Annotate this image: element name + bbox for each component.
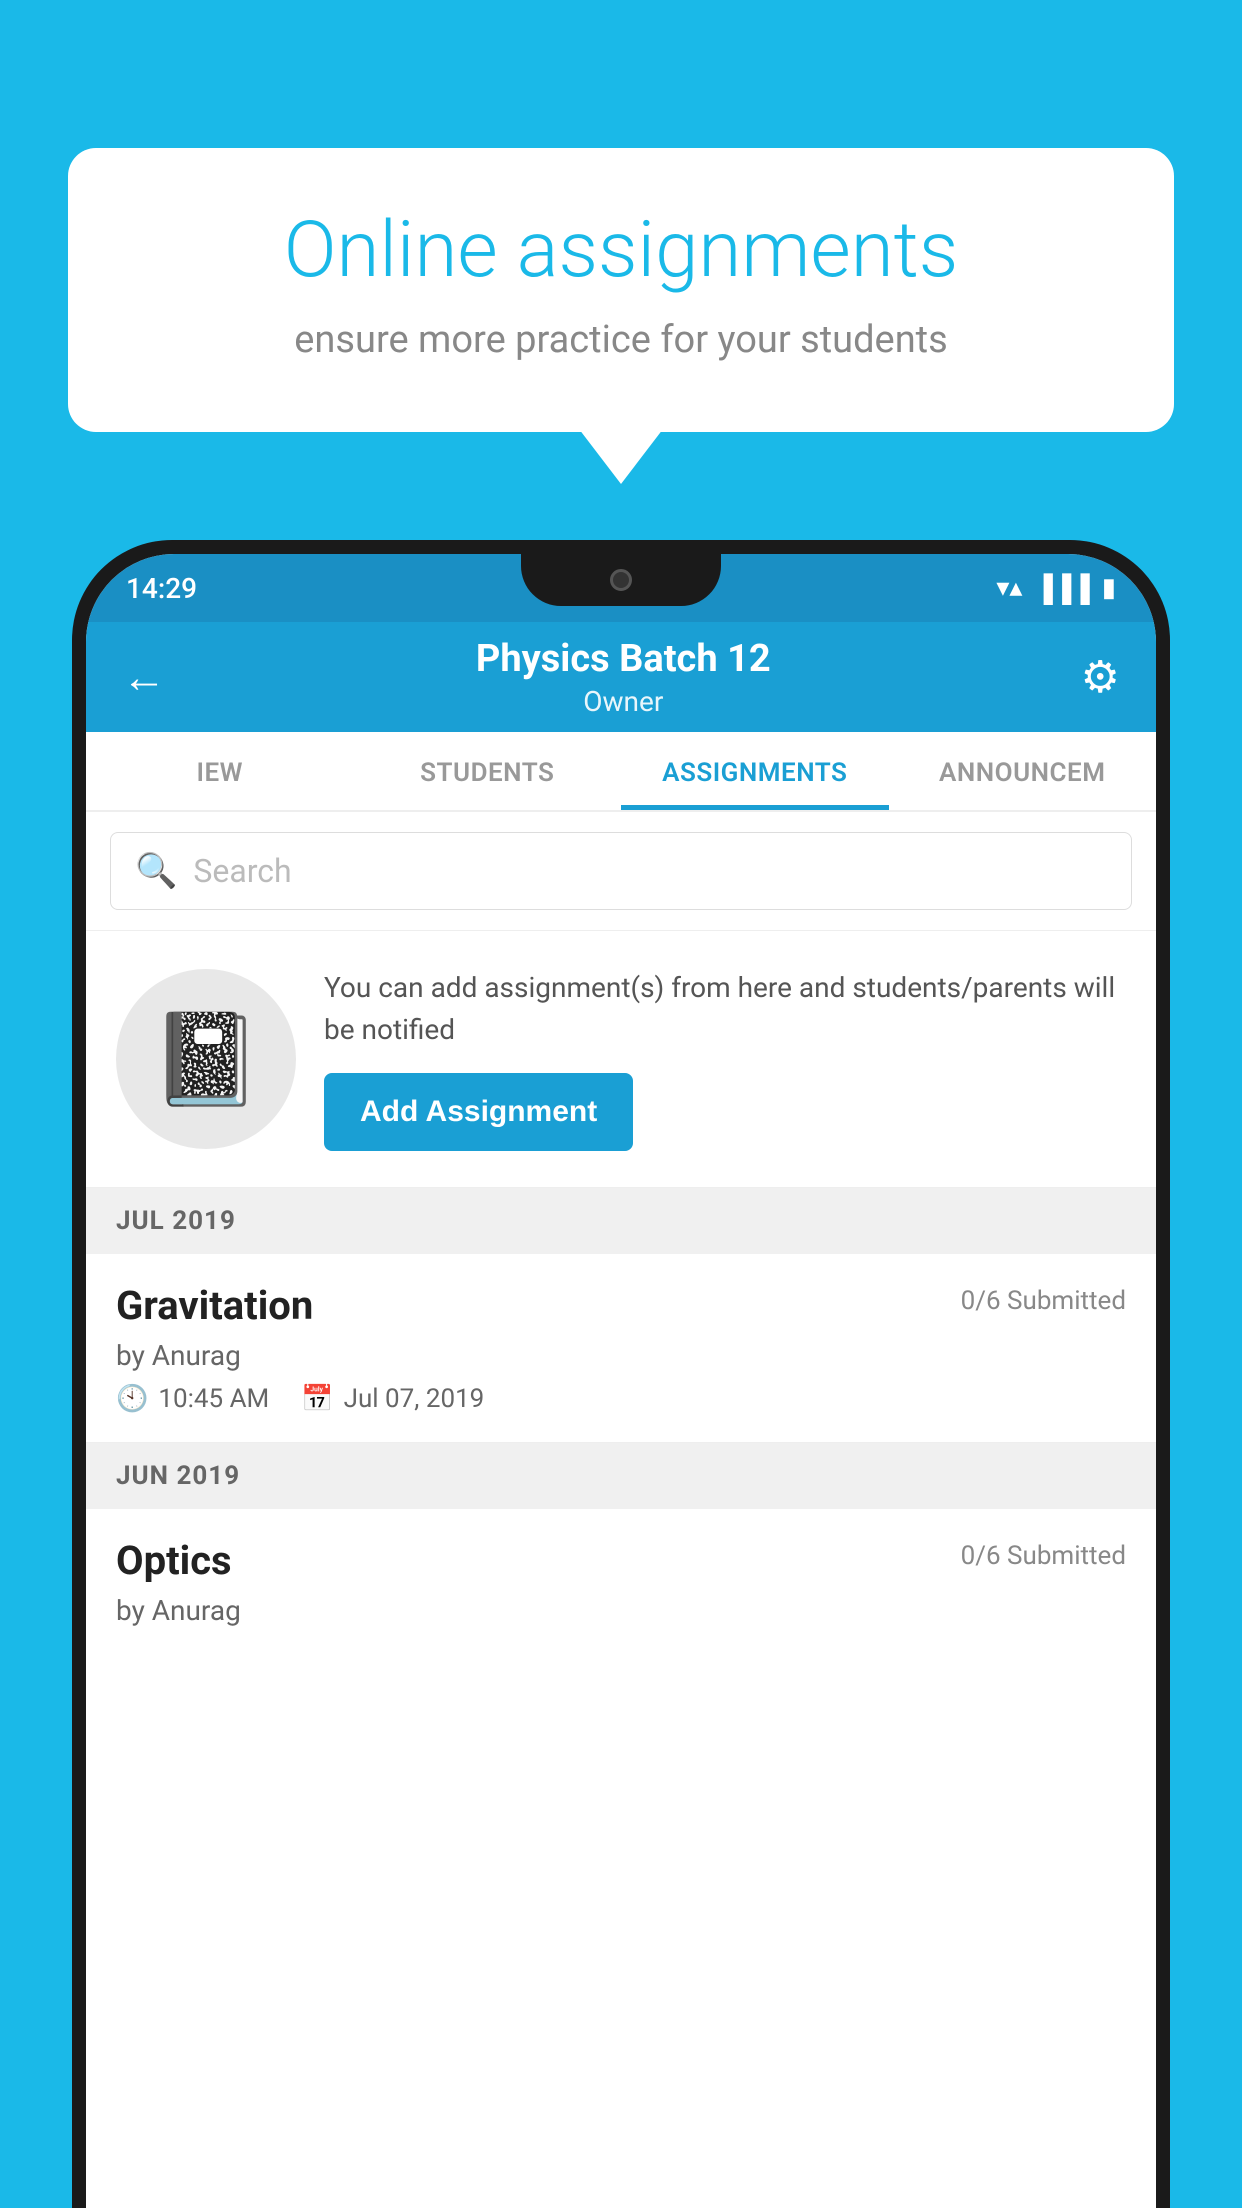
assignment-title-gravitation: Gravitation — [116, 1282, 313, 1329]
promo-content: You can add assignment(s) from here and … — [324, 967, 1126, 1151]
notebook-icon: 📓 — [150, 1007, 262, 1112]
search-placeholder: Search — [193, 852, 291, 890]
search-icon: 🔍 — [135, 851, 177, 891]
app-header: ← Physics Batch 12 Owner ⚙ — [86, 622, 1156, 732]
assignment-time-gravitation: 🕙 10:45 AM — [116, 1384, 269, 1414]
assignment-top-row-optics: Optics 0/6 Submitted — [116, 1537, 1126, 1584]
search-bar[interactable]: 🔍 Search — [110, 832, 1132, 910]
promo-section: 📓 You can add assignment(s) from here an… — [86, 931, 1156, 1188]
speech-bubble-title: Online assignments — [138, 208, 1104, 294]
assignment-top-row: Gravitation 0/6 Submitted — [116, 1282, 1126, 1329]
tab-students[interactable]: STUDENTS — [354, 732, 622, 810]
add-assignment-button[interactable]: Add Assignment — [324, 1073, 633, 1151]
notch — [521, 554, 721, 606]
assignment-by-gravitation: by Anurag — [116, 1339, 1126, 1372]
tab-announcements[interactable]: ANNOUNCEM — [889, 732, 1157, 810]
settings-icon[interactable]: ⚙ — [1081, 651, 1120, 703]
promo-icon-circle: 📓 — [116, 969, 296, 1149]
battery-icon: ▮ — [1102, 573, 1116, 603]
status-icons: ▾▴ ▐▐▐ ▮ — [996, 573, 1116, 604]
speech-bubble-subtitle: ensure more practice for your students — [138, 318, 1104, 362]
section-header-jul: JUL 2019 — [86, 1188, 1156, 1254]
calendar-icon: 📅 — [301, 1384, 333, 1414]
section-header-jun: JUN 2019 — [86, 1443, 1156, 1509]
camera-dot — [610, 569, 632, 591]
assignment-title-optics: Optics — [116, 1537, 232, 1584]
batch-subtitle: Owner — [476, 685, 771, 718]
status-bar: 14:29 ▾▴ ▐▐▐ ▮ — [86, 554, 1156, 622]
assignment-submitted-gravitation: 0/6 Submitted — [961, 1286, 1126, 1316]
wifi-icon: ▾▴ — [996, 573, 1022, 603]
header-center: Physics Batch 12 Owner — [476, 637, 771, 718]
assignment-item-optics[interactable]: Optics 0/6 Submitted by Anurag — [86, 1509, 1156, 1667]
assignment-date-gravitation: 📅 Jul 07, 2019 — [301, 1384, 484, 1414]
back-button[interactable]: ← — [122, 651, 166, 703]
tabs-bar: IEW STUDENTS ASSIGNMENTS ANNOUNCEM — [86, 732, 1156, 812]
batch-title: Physics Batch 12 — [476, 637, 771, 681]
clock-icon: 🕙 — [116, 1384, 148, 1414]
speech-bubble: Online assignments ensure more practice … — [68, 148, 1174, 432]
phone-frame: 14:29 ▾▴ ▐▐▐ ▮ ← Physics Batch 12 Owner … — [72, 540, 1170, 2208]
assignment-meta-gravitation: 🕙 10:45 AM 📅 Jul 07, 2019 — [116, 1384, 1126, 1414]
signal-icon: ▐▐▐ — [1034, 573, 1089, 604]
promo-description: You can add assignment(s) from here and … — [324, 967, 1126, 1051]
speech-bubble-container: Online assignments ensure more practice … — [68, 148, 1174, 432]
assignment-item-gravitation[interactable]: Gravitation 0/6 Submitted by Anurag 🕙 10… — [86, 1254, 1156, 1443]
tab-assignments[interactable]: ASSIGNMENTS — [621, 732, 889, 810]
assignment-by-optics: by Anurag — [116, 1594, 1126, 1627]
assignment-submitted-optics: 0/6 Submitted — [961, 1541, 1126, 1571]
status-time: 14:29 — [126, 572, 197, 605]
phone-inner: 14:29 ▾▴ ▐▐▐ ▮ ← Physics Batch 12 Owner … — [86, 554, 1156, 2208]
tab-iew[interactable]: IEW — [86, 732, 354, 810]
search-container: 🔍 Search — [86, 812, 1156, 931]
